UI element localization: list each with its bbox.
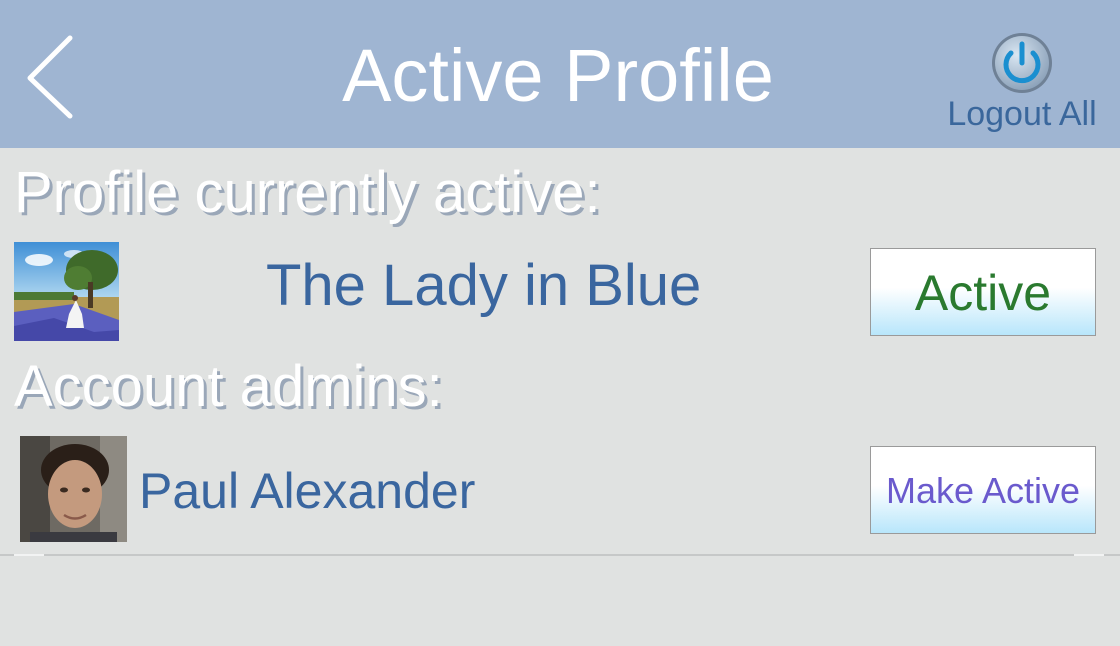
make-active-button[interactable]: Make Active bbox=[870, 446, 1096, 534]
admin-name: Paul Alexander bbox=[139, 463, 476, 519]
logout-all-button[interactable]: Logout All bbox=[940, 30, 1104, 134]
current-profile-name: The Lady in Blue bbox=[266, 253, 702, 318]
divider-tick-right bbox=[1074, 554, 1104, 556]
navigation-bar: Active Profile Logout All bbox=[0, 0, 1120, 148]
divider-tick-left bbox=[14, 554, 44, 556]
list-divider bbox=[0, 554, 1120, 556]
admin-thumbnail bbox=[20, 436, 127, 542]
active-button[interactable]: Active bbox=[870, 248, 1096, 336]
account-admins-heading: Account admins: bbox=[14, 354, 443, 419]
logout-all-label: Logout All bbox=[947, 95, 1097, 133]
profile-thumbnail bbox=[14, 242, 119, 341]
current-profile-heading: Profile currently active: bbox=[14, 160, 601, 225]
power-icon bbox=[991, 32, 1053, 94]
